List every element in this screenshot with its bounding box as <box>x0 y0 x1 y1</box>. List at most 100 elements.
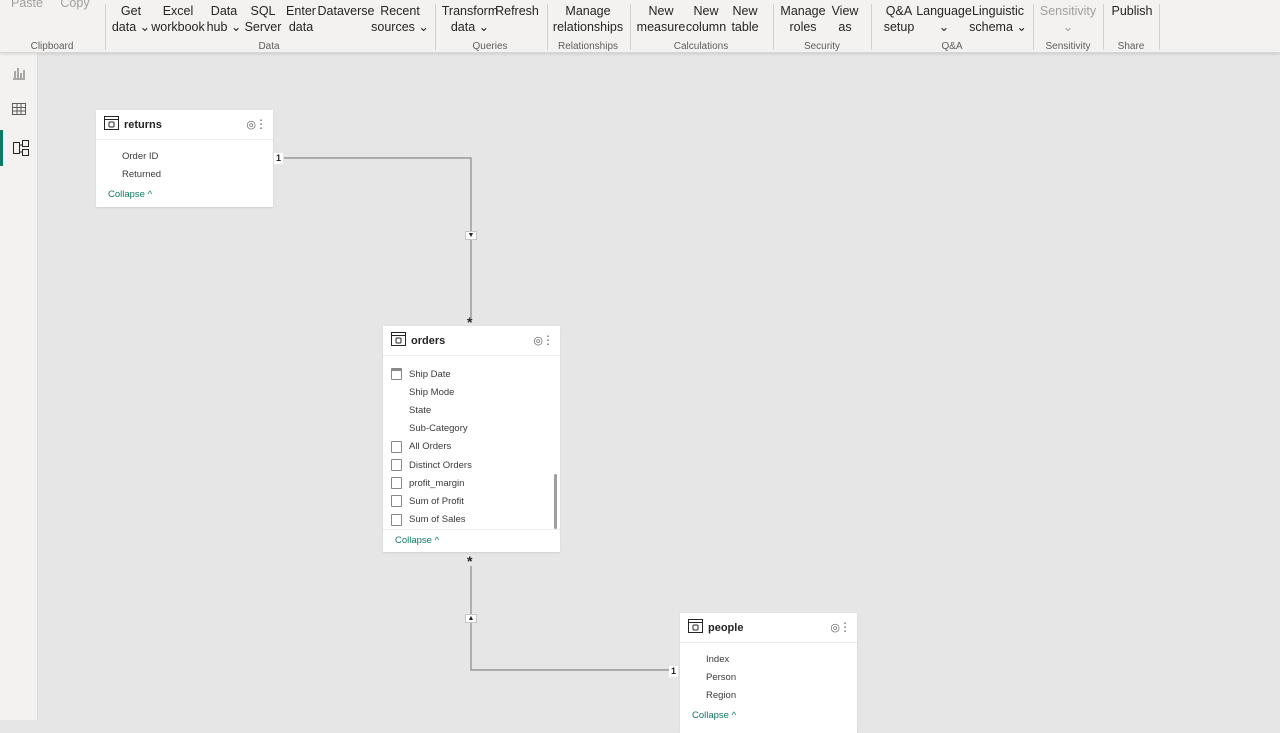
field-name: Sum of Sales <box>409 514 466 526</box>
field-item[interactable]: Region <box>680 686 857 704</box>
field-name: Region <box>706 689 737 701</box>
table-icon <box>104 116 119 133</box>
field-item[interactable]: Distinct Orders <box>383 456 560 474</box>
collapse-link[interactable]: Collapse ^ <box>96 183 273 205</box>
view-as-button[interactable]: View as <box>832 4 859 35</box>
scrollbar[interactable] <box>554 474 557 529</box>
linguistic-schema-button[interactable]: Linguistic schema ⌄ <box>969 4 1027 35</box>
cardinality-one-returns: 1 <box>274 153 284 164</box>
collapse-link[interactable]: Collapse ^ <box>383 530 560 552</box>
field-item[interactable]: State <box>383 401 560 419</box>
table-name: returns <box>124 118 162 131</box>
enter-data-button[interactable]: Enter data <box>286 4 316 35</box>
field-item[interactable]: Ship Date <box>383 365 560 383</box>
table-card-returns[interactable]: returns ◎ ⋮ Order ID Returned Collapse ^ <box>96 110 273 207</box>
filter-direction-down-icon[interactable]: ▼ <box>465 231 477 240</box>
excel-workbook-button[interactable]: Excel workbook <box>151 4 205 35</box>
field-item[interactable]: Person <box>680 668 857 686</box>
sql-server-button[interactable]: SQL Server <box>245 4 282 35</box>
group-divider <box>547 4 548 50</box>
field-list: Order ID Returned <box>96 140 273 183</box>
table-header: returns ◎ ⋮ <box>96 110 273 140</box>
relationship-lines <box>284 157 670 671</box>
field-name: State <box>409 404 432 416</box>
button-label-2: data ⌄ <box>450 19 490 34</box>
button-label-2: ⌄ <box>938 19 950 34</box>
table-card-people[interactable]: people ◎ ⋮ Index Person Region Collapse ^ <box>680 613 857 733</box>
button-label: Manage <box>565 4 611 18</box>
publish-button[interactable]: Publish <box>1112 4 1153 20</box>
cardinality-one-people: 1 <box>669 666 679 677</box>
field-item[interactable]: All Orders <box>383 438 560 456</box>
button-label: Linguistic <box>971 4 1025 18</box>
button-label: Transform <box>441 4 499 18</box>
group-label: Sensitivity <box>1045 41 1091 52</box>
more-options-icon[interactable]: ⋮ <box>839 620 851 634</box>
field-list: Ship Date Ship Mode State Sub-Category All O… <box>383 356 560 530</box>
field-item[interactable]: Ship Mode <box>383 383 560 401</box>
button-label-2: setup <box>883 19 915 34</box>
language-button[interactable]: Language ⌄ <box>916 4 972 35</box>
more-options-icon[interactable]: ⋮ <box>255 117 267 131</box>
qa-setup-button[interactable]: Q&A setup <box>884 4 915 35</box>
orders-people-line <box>470 566 670 671</box>
button-label-2: roles <box>789 19 817 34</box>
button-label-2: hub ⌄ <box>206 19 242 34</box>
field-name: Ship Date <box>409 368 451 380</box>
data-hub-button[interactable]: Data hub ⌄ <box>207 4 242 35</box>
group-divider <box>630 4 631 50</box>
button-label-2: data <box>288 19 314 34</box>
group-divider <box>871 4 872 50</box>
button-label-2: workbook <box>151 19 205 34</box>
group-label: Relationships <box>557 41 619 52</box>
button-label: Language <box>916 4 972 18</box>
cardinality-many-orders-bottom: * <box>467 553 473 569</box>
group-divider <box>1103 4 1104 50</box>
transform-data-button[interactable]: Transform data ⌄ <box>442 4 499 35</box>
table-icon <box>688 619 703 636</box>
group-label: Clipboard <box>30 41 74 52</box>
get-data-button[interactable]: Get data ⌄ <box>112 4 150 35</box>
field-list: Index Person Region <box>680 643 857 705</box>
field-item[interactable]: Sum of Sales <box>383 511 560 529</box>
group-label: Share <box>1117 41 1145 52</box>
returns-orders-line <box>284 157 472 318</box>
manage-relationships-button[interactable]: Manage relationships <box>553 4 623 35</box>
calculator-icon <box>391 495 402 508</box>
refresh-button[interactable]: Refresh <box>495 4 539 20</box>
field-item[interactable]: Sub-Category <box>383 420 560 438</box>
table-header: orders ◎ ⋮ <box>383 326 560 356</box>
more-options-icon[interactable]: ⋮ <box>542 333 554 347</box>
button-label-2: sources ⌄ <box>371 19 429 34</box>
field-name: Sum of Profit <box>409 495 464 507</box>
collapse-link[interactable]: Collapse ^ <box>680 705 857 727</box>
recent-sources-button[interactable]: Recent sources ⌄ <box>371 4 429 35</box>
field-item[interactable]: Returned <box>96 165 273 183</box>
new-table-button[interactable]: New table <box>731 4 758 35</box>
button-label: Data <box>210 4 238 18</box>
field-name: Order ID <box>122 150 159 162</box>
dataverse-button[interactable]: Dataverse <box>318 4 375 20</box>
button-label: Excel <box>162 4 194 18</box>
field-item[interactable]: Index <box>680 650 857 668</box>
ribbon: Paste Copy Get data ⌄ Excel workbook Data hub ⌄… <box>0 0 1280 53</box>
copy-button[interactable]: Copy <box>60 0 89 12</box>
field-name: Distinct Orders <box>409 459 472 471</box>
calculator-icon <box>391 513 402 526</box>
group-label: Security <box>803 41 841 52</box>
manage-roles-button[interactable]: Manage roles <box>780 4 825 35</box>
field-item[interactable]: Sum of Profit <box>383 492 560 510</box>
paste-button[interactable]: Paste <box>11 0 43 12</box>
filter-direction-up-icon[interactable]: ▲ <box>465 614 477 623</box>
button-label-2: measure <box>636 19 686 34</box>
button-label-2: schema ⌄ <box>969 19 1027 34</box>
calculator-icon <box>391 440 402 453</box>
new-column-button[interactable]: New column <box>686 4 726 35</box>
field-item[interactable]: profit_margin <box>383 474 560 492</box>
sensitivity-button[interactable]: Sensitivity ⌄ <box>1040 4 1096 35</box>
field-item[interactable]: Order ID <box>96 147 273 165</box>
group-divider <box>1159 4 1160 50</box>
group-divider <box>435 4 436 50</box>
new-measure-button[interactable]: New measure <box>637 4 686 35</box>
table-card-orders[interactable]: orders ◎ ⋮ Ship Date Ship Mode State Sub-Categ… <box>383 326 560 552</box>
